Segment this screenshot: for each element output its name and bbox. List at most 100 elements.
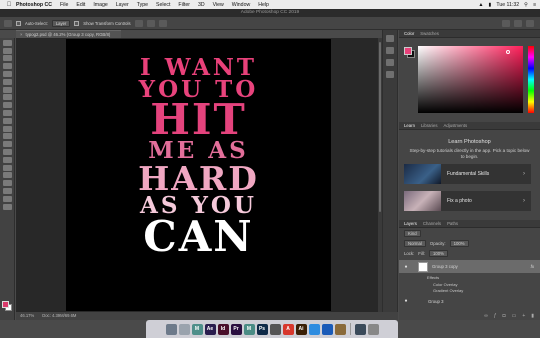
align-left-icon[interactable]	[134, 19, 143, 27]
hue-slider[interactable]	[528, 46, 534, 113]
transform-controls-checkbox[interactable]	[74, 20, 80, 26]
properties-panel-icon[interactable]	[386, 47, 394, 54]
opacity-field[interactable]: 100%	[449, 239, 469, 247]
menu-image[interactable]: Image	[93, 2, 107, 8]
more-tools-icon[interactable]	[2, 203, 12, 210]
dock-app-icon[interactable]	[367, 323, 379, 335]
clock[interactable]: Tue 11:32	[496, 2, 519, 8]
marquee-tool-icon[interactable]	[2, 47, 12, 54]
dock-app-icon[interactable]	[269, 323, 281, 335]
eye-icon[interactable]: ●	[402, 264, 410, 270]
gradient-tool-icon[interactable]	[2, 133, 12, 140]
move-tool-icon[interactable]	[2, 39, 12, 46]
pen-tool-icon[interactable]	[2, 156, 12, 163]
align-center-icon[interactable]	[146, 19, 155, 27]
dock-app-icon[interactable]: Ai	[295, 323, 307, 335]
tab-layers[interactable]: Layers	[404, 221, 417, 226]
color-picker-marker[interactable]	[506, 50, 510, 54]
hand-tool-icon[interactable]	[2, 187, 12, 194]
brush-tool-icon[interactable]	[2, 102, 12, 109]
history-panel-icon[interactable]	[386, 35, 394, 42]
dock-app-icon[interactable]	[354, 323, 366, 335]
auto-select-dropdown[interactable]: Layer	[51, 19, 71, 27]
menu-view[interactable]: View	[213, 2, 224, 8]
share-icon[interactable]	[526, 19, 534, 27]
healing-tool-icon[interactable]	[2, 94, 12, 101]
new-layer-icon[interactable]: +	[522, 313, 525, 319]
dock-app-icon[interactable]: Pr	[230, 323, 242, 335]
delete-layer-icon[interactable]: ▮	[531, 313, 534, 319]
layer-row-selected[interactable]: ● Group 3 copy fx	[399, 260, 540, 273]
menu-file[interactable]: File	[60, 2, 68, 8]
align-right-icon[interactable]	[158, 19, 167, 27]
color-overlay-effect[interactable]: Color Overlay	[433, 282, 457, 287]
layer-row[interactable]: ● Group 3	[399, 296, 540, 306]
history-brush-icon[interactable]	[2, 117, 12, 124]
quick-select-tool-icon[interactable]	[2, 63, 12, 70]
tab-color[interactable]: Color	[404, 31, 414, 36]
gradient-overlay-effect[interactable]: Gradient Overlay	[433, 288, 463, 293]
doc-size[interactable]: Doc: 4.39M/69.6M	[42, 312, 76, 320]
tab-learn[interactable]: Learn	[404, 123, 415, 128]
dock-app-icon[interactable]	[321, 323, 333, 335]
dock-app-icon[interactable]: Id	[217, 323, 229, 335]
dock-app-icon[interactable]	[178, 323, 190, 335]
paragraph-panel-icon[interactable]	[386, 59, 394, 66]
apple-icon[interactable]: 	[6, 2, 12, 8]
add-style-icon[interactable]: ƒ	[494, 313, 497, 319]
move-tool-icon[interactable]	[4, 19, 12, 27]
eye-icon[interactable]: ●	[402, 298, 410, 304]
scrollbar-thumb[interactable]	[379, 42, 381, 212]
search-icon[interactable]: ⚲	[524, 2, 528, 8]
eyedropper-tool-icon[interactable]	[2, 86, 12, 93]
dodge-tool-icon[interactable]	[2, 148, 12, 155]
tab-paths[interactable]: Paths	[447, 221, 458, 226]
battery-icon[interactable]: ▮	[489, 2, 492, 8]
close-tab-icon[interactable]: ×	[20, 32, 23, 37]
menu-filter[interactable]: Filter	[178, 2, 190, 8]
dock-app-icon[interactable]: Ae	[204, 323, 216, 335]
stamp-tool-icon[interactable]	[2, 109, 12, 116]
menu-type[interactable]: Type	[137, 2, 148, 8]
menu-list-icon[interactable]: ≡	[533, 2, 536, 8]
blur-tool-icon[interactable]	[2, 141, 12, 148]
tutorial-card-fix-a-photo[interactable]: Fix a photo ›	[404, 191, 531, 211]
crop-tool-icon[interactable]	[2, 70, 12, 77]
menu-help[interactable]: Help	[258, 2, 269, 8]
foreground-color-swatch[interactable]	[2, 301, 9, 308]
tab-swatches[interactable]: Swatches	[420, 31, 439, 36]
menu-select[interactable]: Select	[156, 2, 170, 8]
new-group-icon[interactable]: ▭	[512, 313, 517, 319]
artboard[interactable]: I WANT YOU TO HIT ME AS HARD AS YOU CAN	[66, 39, 331, 311]
wifi-icon[interactable]: ▲	[478, 2, 483, 8]
tutorial-card-fundamental-skills[interactable]: Fundamental Skills ›	[404, 164, 531, 184]
add-mask-icon[interactable]: ◘	[503, 313, 506, 319]
character-panel-icon[interactable]	[386, 71, 394, 78]
type-tool-icon[interactable]	[2, 164, 12, 171]
tab-adjustments[interactable]: Adjustments	[443, 123, 467, 128]
dock-app-icon[interactable]: A	[282, 323, 294, 335]
menu-layer[interactable]: Layer	[116, 2, 129, 8]
eraser-tool-icon[interactable]	[2, 125, 12, 132]
path-select-tool-icon[interactable]	[2, 172, 12, 179]
tab-libraries[interactable]: Libraries	[421, 123, 437, 128]
lasso-tool-icon[interactable]	[2, 55, 12, 62]
blend-mode-dropdown[interactable]: Normal	[404, 239, 426, 247]
dock-app-icon[interactable]: M	[243, 323, 255, 335]
frame-tool-icon[interactable]	[2, 78, 12, 85]
fx-icon[interactable]: fx	[531, 264, 534, 269]
color-field[interactable]	[418, 46, 523, 113]
zoom-level[interactable]: 46.17%	[20, 312, 34, 320]
dock-app-icon[interactable]	[165, 323, 177, 335]
link-layers-icon[interactable]: ∞	[484, 313, 488, 319]
menu-3d[interactable]: 3D	[198, 2, 205, 8]
menu-app[interactable]: Photoshop CC	[16, 2, 52, 8]
auto-select-checkbox[interactable]	[16, 20, 21, 26]
menu-edit[interactable]: Edit	[76, 2, 85, 8]
zoom-tool-icon[interactable]	[2, 195, 12, 202]
dock-app-icon[interactable]	[334, 323, 346, 335]
canvas-area[interactable]: I WANT YOU TO HIT ME AS HARD AS YOU CAN	[16, 38, 382, 312]
fill-field[interactable]: 100%	[428, 249, 448, 257]
dock-app-icon[interactable]: Ps	[256, 323, 268, 335]
shape-tool-icon[interactable]	[2, 180, 12, 187]
